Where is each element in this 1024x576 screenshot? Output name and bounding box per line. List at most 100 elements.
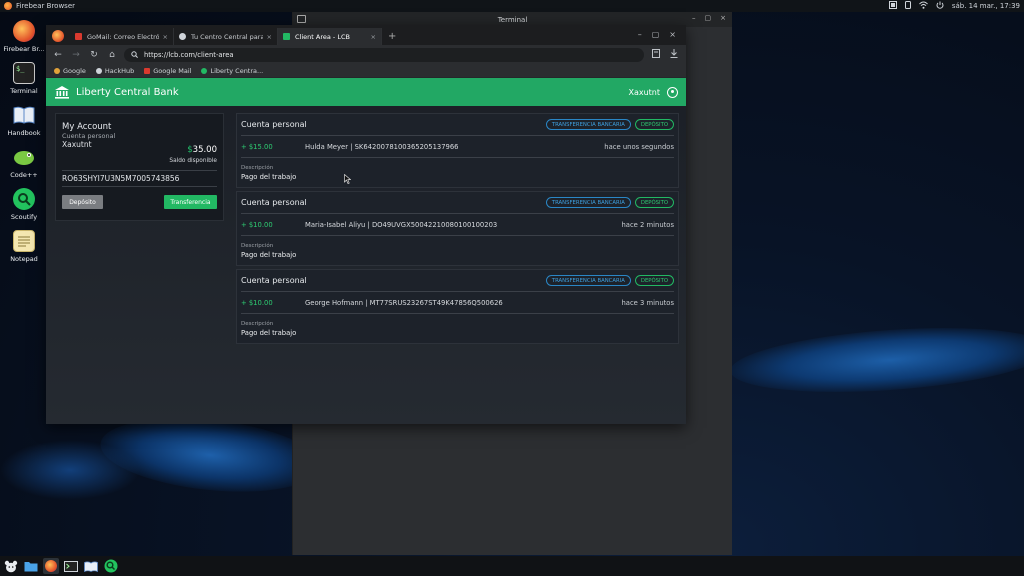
clock[interactable]: sáb. 14 mar., 17:39 (952, 2, 1020, 10)
balance-label: Saldo disponible (169, 158, 217, 164)
home-icon[interactable]: ⌂ (106, 50, 118, 60)
bookmark-google-mail[interactable]: Google Mail (144, 67, 191, 75)
tab-gomail[interactable]: GoMail: Correo Electrón... × (70, 28, 174, 45)
navigation-bar: ← → ↻ ⌂ https://lcb.com/client-area (46, 45, 686, 65)
browser-window-controls: – ▢ × (638, 30, 676, 39)
bookmark-liberty-central[interactable]: Liberty Centra... (201, 67, 263, 75)
firebear-icon[interactable] (43, 558, 59, 574)
desktop-icon-label: Firebear Br... (3, 45, 45, 53)
scoutify-icon (13, 188, 35, 210)
transaction-amount: + $15.00 (241, 142, 273, 151)
desktop-icon-scoutify[interactable]: Scoutify (4, 188, 44, 221)
header-username[interactable]: Xaxutnt (628, 88, 660, 97)
files-icon[interactable] (23, 558, 39, 574)
description-label: Descripción (241, 321, 274, 327)
phone-icon[interactable] (904, 1, 911, 11)
minimize-icon[interactable]: – (692, 14, 696, 22)
forward-arrow-icon[interactable]: → (70, 50, 82, 60)
bank-name[interactable]: Liberty Central Bank (76, 87, 628, 98)
tab-client-area[interactable]: Client Area - LCB × (278, 28, 382, 45)
description-label: Descripción (241, 243, 274, 249)
maximize-icon[interactable]: ▢ (705, 14, 712, 22)
bookmark-google[interactable]: Google (54, 67, 86, 75)
transaction-amount: + $10.00 (241, 298, 273, 307)
bookmarks-bar: Google HackHub Google Mail Liberty Centr… (46, 65, 686, 78)
system-tray: sáb. 14 mar., 17:39 (888, 1, 1020, 11)
desktop-icon-terminal[interactable]: $_ Terminal (4, 62, 44, 95)
mail-icon (144, 68, 151, 74)
close-icon[interactable]: × (267, 33, 272, 41)
code-icon (13, 146, 35, 168)
mouse-cursor-icon (344, 173, 352, 186)
description-value: Pago del trabajo (241, 173, 297, 181)
desktop-icon-label: Terminal (10, 87, 38, 95)
terminal-icon[interactable] (63, 558, 79, 574)
download-icon[interactable] (668, 49, 680, 61)
terminal-window-controls: – ▢ × (692, 14, 726, 22)
browser-window[interactable]: GoMail: Correo Electrón... × Tu Centro C… (46, 25, 686, 424)
account-card: My Account Cuenta personal Xaxutnt $35.0… (55, 113, 224, 221)
url-text: https://lcb.com/client-area (144, 51, 234, 59)
transaction-amount: + $10.00 (241, 220, 273, 229)
tab-centro-central[interactable]: Tu Centro Central para T... × (174, 28, 278, 45)
wifi-icon[interactable] (918, 1, 928, 11)
bear-menu-icon[interactable] (3, 558, 19, 574)
transaction-account: Cuenta personal (241, 120, 307, 129)
user-account-icon[interactable] (667, 86, 678, 98)
close-icon[interactable]: × (371, 33, 376, 41)
description-value: Pago del trabajo (241, 329, 297, 337)
url-bar[interactable]: https://lcb.com/client-area (124, 48, 644, 62)
bookmark-label: Liberty Centra... (210, 67, 264, 75)
google-icon (54, 68, 60, 74)
transaction-card: Cuenta personal TRANSFERENCIA BANCARIA D… (236, 269, 679, 344)
close-icon[interactable]: × (163, 33, 168, 41)
terminal-icon (297, 15, 306, 23)
system-top-bar: Firebear Browser sáb. 14 mar., 17:39 (0, 0, 1024, 12)
power-icon[interactable] (936, 1, 944, 11)
bookmark-icon[interactable] (650, 49, 662, 61)
desktop-icon-label: Handbook (7, 129, 41, 137)
type-badge: DEPÓSITO (634, 197, 674, 208)
transfer-button[interactable]: Transferencia (164, 195, 217, 209)
transaction-party: George Hofmann | MT77SRUS23267ST49K47856… (305, 298, 503, 307)
transaction-account: Cuenta personal (241, 198, 307, 207)
bank-icon (54, 85, 70, 99)
back-arrow-icon[interactable]: ← (52, 50, 64, 60)
tab-label: GoMail: Correo Electrón... (87, 32, 159, 41)
minimize-icon[interactable]: – (638, 30, 642, 39)
book-icon[interactable] (83, 558, 99, 574)
book-icon (13, 104, 35, 126)
tab-bar: GoMail: Correo Electrón... × Tu Centro C… (46, 25, 686, 45)
transaction-party: Maria-Isabel Aliyu | DO49UVGX50042210080… (305, 220, 498, 229)
transaction-time: hace 2 minutos (621, 220, 674, 229)
notification-icon[interactable] (888, 1, 897, 11)
desktop-icon-handbook[interactable]: Handbook (4, 104, 44, 137)
gomail-favicon-icon (75, 33, 82, 40)
taskbar (0, 556, 1024, 576)
wallpaper-wave (0, 440, 140, 500)
transaction-row: + $15.00 Hulda Meyer | SK642007810036520… (241, 136, 674, 158)
deposit-button[interactable]: Depósito (62, 195, 103, 209)
lcb-favicon-icon (283, 33, 290, 40)
scoutify-icon[interactable] (103, 558, 119, 574)
close-icon[interactable]: × (669, 30, 676, 39)
desktop-icon-firebear[interactable]: Firebear Br... (3, 20, 45, 53)
firebear-icon[interactable] (52, 30, 64, 42)
description-label: Descripción (241, 165, 274, 171)
hackhub-favicon-icon (179, 33, 186, 40)
transaction-row: + $10.00 George Hofmann | MT77SRUS23267S… (241, 292, 674, 314)
account-actions: Depósito Transferencia (62, 195, 217, 209)
method-badge: TRANSFERENCIA BANCARIA (545, 275, 631, 286)
maximize-icon[interactable]: ▢ (652, 30, 660, 39)
bookmark-hackhub[interactable]: HackHub (95, 67, 135, 75)
desktop-icon-notepad[interactable]: Notepad (4, 230, 44, 263)
account-title: My Account (62, 122, 112, 132)
desktop-icon-code[interactable]: Code++ (4, 146, 44, 179)
new-tab-button[interactable]: + (388, 31, 396, 42)
bookmark-label: HackHub (104, 67, 135, 75)
notepad-icon (13, 230, 35, 252)
reload-icon[interactable]: ↻ (88, 50, 100, 60)
desktop-icons: Firebear Br... $_ Terminal Handbook Code… (3, 20, 45, 272)
transaction-time: hace 3 minutos (621, 298, 674, 307)
close-icon[interactable]: × (720, 14, 726, 22)
